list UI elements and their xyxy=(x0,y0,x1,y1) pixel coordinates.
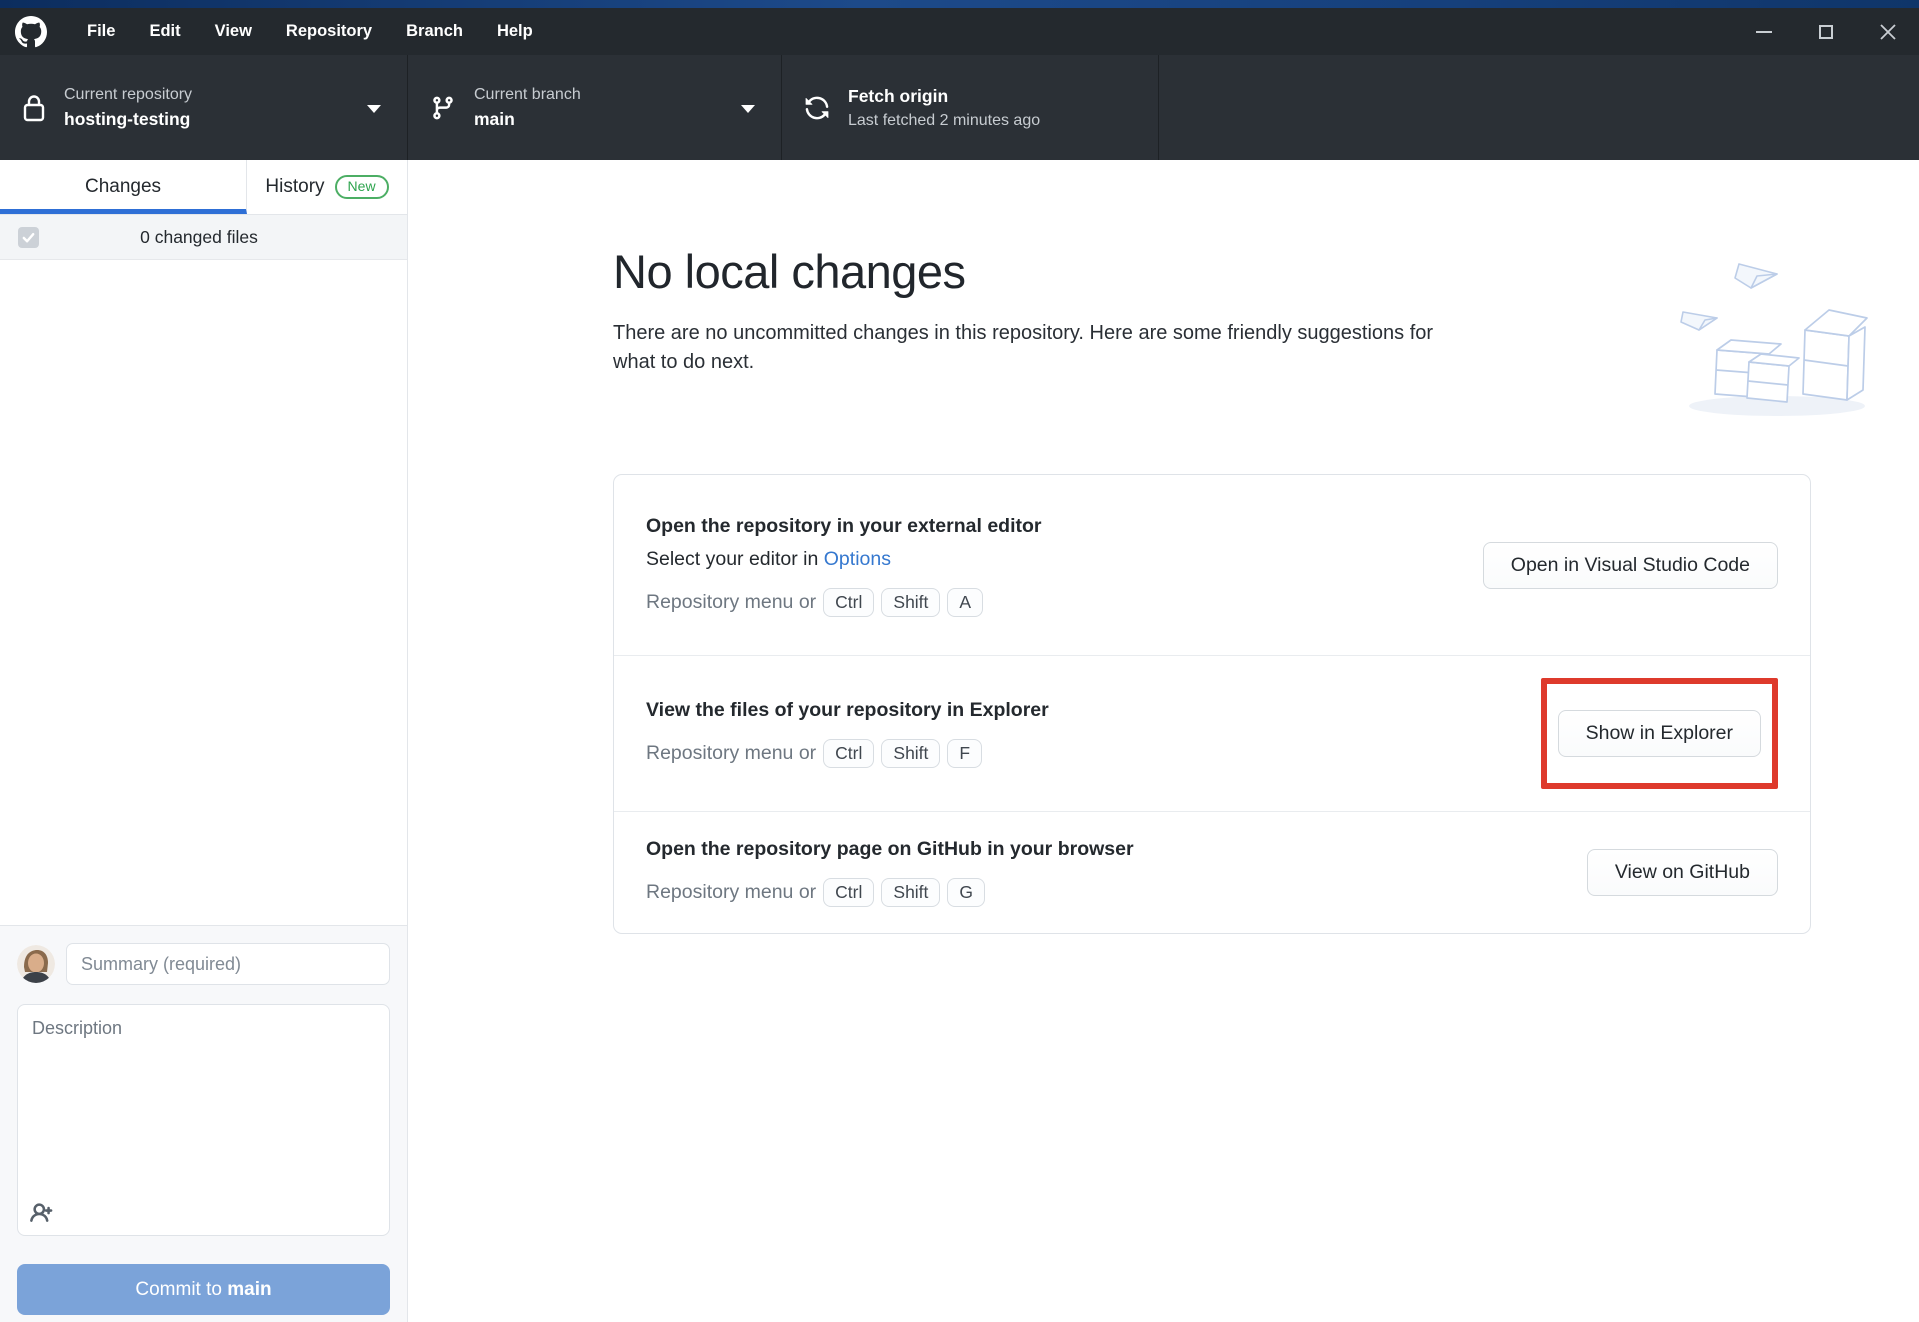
close-button[interactable] xyxy=(1857,8,1919,55)
suggestions-container: Open the repository in your external edi… xyxy=(613,473,1811,934)
menu-bar: File Edit View Repository Branch Help xyxy=(0,8,1919,55)
sidebar: Changes History New 0 changed files Comm… xyxy=(0,160,408,1322)
git-branch-icon xyxy=(430,95,456,121)
sidebar-tabs: Changes History New xyxy=(0,160,407,215)
highlight-annotation: Show in Explorer xyxy=(1540,677,1778,789)
toolbar: Current repository hosting-testing Curre… xyxy=(0,55,1919,160)
key-g: G xyxy=(947,877,986,907)
current-branch-value: main xyxy=(474,108,515,129)
toolbar-empty-area xyxy=(1159,55,1919,160)
fetch-origin-title: Fetch origin xyxy=(848,85,949,106)
main-panel: No local changes There are no uncommitte… xyxy=(409,160,1919,1322)
chevron-down-icon xyxy=(741,104,755,113)
open-in-vscode-button[interactable]: Open in Visual Studio Code xyxy=(1482,542,1778,590)
suggestion-show-explorer: View the files of your repository in Exp… xyxy=(614,656,1810,812)
shortcut-hint: Repository menu or Ctrl Shift G xyxy=(646,877,1134,907)
user-avatar xyxy=(17,945,55,983)
current-branch-selector[interactable]: Current branch main xyxy=(408,55,782,160)
key-ctrl: Ctrl xyxy=(823,738,875,768)
sync-icon xyxy=(804,95,830,121)
tab-history[interactable]: History New xyxy=(247,160,407,214)
commit-button[interactable]: Commit to main xyxy=(17,1264,390,1315)
menu-items: File Edit View Repository Branch Help xyxy=(70,8,550,55)
shortcut-hint: Repository menu or Ctrl Shift A xyxy=(646,587,1042,617)
key-f: F xyxy=(947,738,983,768)
current-repository-value: hosting-testing xyxy=(64,108,191,129)
key-shift: Shift xyxy=(881,877,941,907)
current-repository-selector[interactable]: Current repository hosting-testing xyxy=(0,55,408,160)
suggestion-title: Open the repository in your external edi… xyxy=(646,514,1042,537)
menu-view[interactable]: View xyxy=(198,8,269,55)
empty-state-illustration xyxy=(1680,263,1868,416)
current-branch-label: Current branch xyxy=(474,85,581,103)
commit-form: Commit to main xyxy=(0,925,407,1322)
minimize-icon xyxy=(1756,30,1772,33)
show-in-explorer-button[interactable]: Show in Explorer xyxy=(1557,709,1761,757)
close-icon xyxy=(1880,23,1896,40)
history-new-badge: New xyxy=(334,175,389,199)
minimize-button[interactable] xyxy=(1733,8,1795,55)
add-coauthor-button[interactable] xyxy=(30,1200,57,1227)
changed-files-count: 0 changed files xyxy=(140,226,258,247)
shortcut-hint: Repository menu or Ctrl Shift F xyxy=(646,738,1049,768)
summary-input[interactable] xyxy=(66,943,390,985)
chevron-down-icon xyxy=(367,104,381,113)
menu-file[interactable]: File xyxy=(70,8,132,55)
lock-icon xyxy=(22,93,46,123)
suggestion-open-editor: Open the repository in your external edi… xyxy=(614,475,1810,656)
changed-files-list xyxy=(0,260,407,925)
suggestion-title: View the files of your repository in Exp… xyxy=(646,698,1049,721)
select-all-checkbox[interactable] xyxy=(18,226,39,248)
window-accent-strip xyxy=(0,0,1919,8)
menu-repository[interactable]: Repository xyxy=(269,8,389,55)
maximize-icon xyxy=(1819,24,1833,39)
key-ctrl: Ctrl xyxy=(823,587,875,617)
description-textarea[interactable] xyxy=(17,1004,390,1236)
page-subtitle: There are no uncommitted changes in this… xyxy=(613,322,1434,374)
fetch-origin-subtitle: Last fetched 2 minutes ago xyxy=(848,111,1041,129)
suggestion-title: Open the repository page on GitHub in yo… xyxy=(646,837,1134,860)
maximize-button[interactable] xyxy=(1795,8,1857,55)
key-a: A xyxy=(947,587,984,617)
fetch-origin-button[interactable]: Fetch origin Last fetched 2 minutes ago xyxy=(782,55,1159,160)
tab-changes[interactable]: Changes xyxy=(0,160,247,214)
options-link[interactable]: Options xyxy=(824,548,891,570)
menu-edit[interactable]: Edit xyxy=(132,8,197,55)
current-repository-label: Current repository xyxy=(64,85,193,103)
menu-help[interactable]: Help xyxy=(480,8,550,55)
view-on-github-button[interactable]: View on GitHub xyxy=(1586,848,1778,896)
suggestion-subtitle: Select your editor in Options xyxy=(646,547,891,570)
changed-files-row: 0 changed files xyxy=(0,215,407,260)
person-add-icon xyxy=(30,1203,53,1222)
window-controls xyxy=(1733,8,1919,55)
github-logo-icon xyxy=(14,15,48,49)
tab-changes-label: Changes xyxy=(84,176,162,197)
key-ctrl: Ctrl xyxy=(823,877,875,907)
menu-branch[interactable]: Branch xyxy=(389,8,480,55)
key-shift: Shift xyxy=(881,738,941,768)
suggestion-view-github: Open the repository page on GitHub in yo… xyxy=(614,812,1810,933)
tab-history-label: History xyxy=(265,176,325,197)
key-shift: Shift xyxy=(881,587,941,617)
